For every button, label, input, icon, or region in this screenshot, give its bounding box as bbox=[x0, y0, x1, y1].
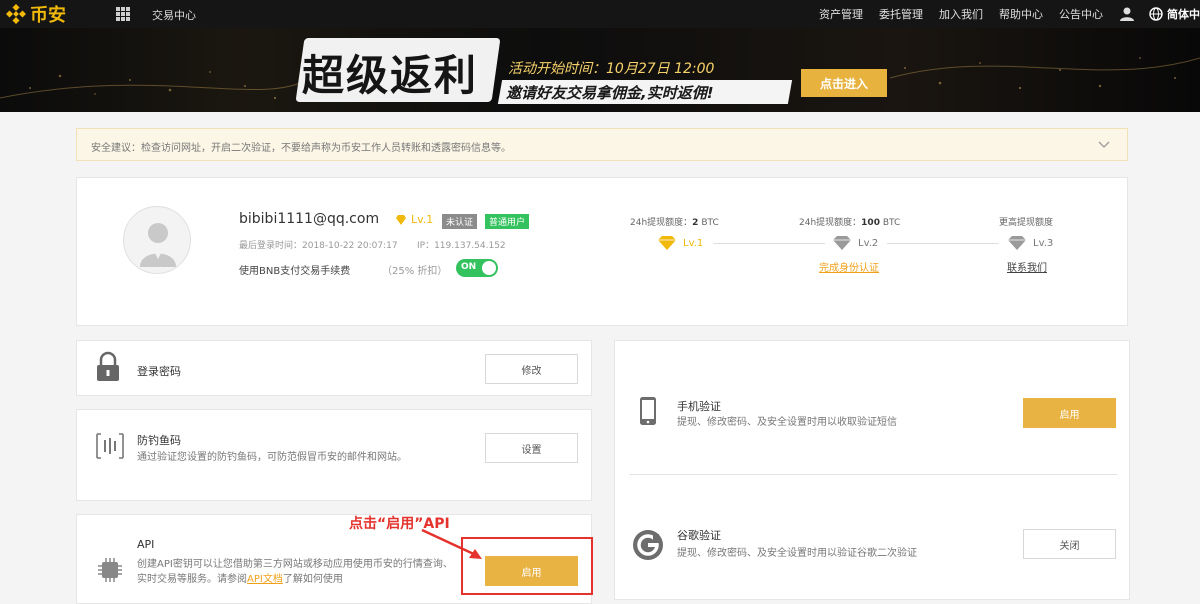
binance-logo[interactable]: 币安 bbox=[6, 2, 66, 26]
apps-grid-icon[interactable] bbox=[116, 7, 130, 21]
nav-link-orders[interactable]: 委托管理 bbox=[879, 6, 923, 22]
profile-card: bibibi1111@qq.com Lv.1 未认证 普通用户 最后登录时间：2… bbox=[76, 177, 1128, 326]
annotation-highlight-box bbox=[461, 537, 593, 595]
globe-icon bbox=[1149, 7, 1163, 21]
limit-lv3-label: 更高提现额度 bbox=[999, 218, 1054, 228]
api-docs-link[interactable]: API文档 bbox=[247, 574, 283, 585]
bnb-fee-toggle[interactable]: ON bbox=[456, 259, 498, 277]
limit-lv1-label: 24h提现额度：2 BTC bbox=[630, 218, 719, 228]
toggle-knob bbox=[482, 261, 496, 275]
banner-start-time: 活动开始时间：10月27日 12:00 bbox=[508, 61, 715, 77]
google-verify-desc: 提现、修改密码、及安全设置时用以验证谷歌二次验证 bbox=[677, 548, 917, 559]
last-login-time: 最后登录时间：2018-10-22 20:07:17 bbox=[239, 241, 398, 251]
level-lv1-text: Lv.1 bbox=[683, 237, 704, 249]
binance-logo-icon bbox=[6, 4, 26, 24]
banner-subtitle: 邀请好友交易拿佣金,实时返佣! bbox=[506, 84, 714, 102]
diamond-grey-icon bbox=[1008, 236, 1026, 250]
level-lv2-text: Lv.2 bbox=[858, 237, 879, 249]
section-divider bbox=[629, 474, 1117, 475]
banner-title: 超级返利 bbox=[302, 51, 479, 100]
top-navbar: 币安 交易中心 资产管理 委托管理 加入我们 帮助中心 公告中心 简体中 bbox=[0, 0, 1200, 28]
bnb-fee-discount: （25% 折扣） bbox=[382, 266, 448, 277]
complete-identity-link[interactable]: 完成身份认证 bbox=[819, 259, 879, 274]
disable-google-button[interactable]: 关闭 bbox=[1023, 529, 1116, 559]
default-avatar-icon bbox=[140, 223, 176, 267]
level-lv3-text: Lv.3 bbox=[1033, 237, 1054, 249]
nav-trade-center[interactable]: 交易中心 bbox=[152, 7, 196, 23]
diamond-level-icon bbox=[396, 215, 406, 225]
badge-normal-user: 普通用户 bbox=[485, 214, 530, 229]
level-progress-line bbox=[713, 243, 825, 244]
last-login-ip: IP：119.137.54.152 bbox=[417, 241, 506, 251]
nav-link-join[interactable]: 加入我们 bbox=[939, 6, 983, 22]
language-label: 简体中 bbox=[1167, 8, 1200, 21]
avatar[interactable] bbox=[123, 206, 191, 274]
mobile-phone-icon bbox=[640, 397, 656, 425]
security-notice-text: 安全建议：检查访问网址，开启二次验证，不要给声称为币安工作人员转账和透露密码信息… bbox=[91, 143, 511, 154]
enable-sms-button[interactable]: 启用 bbox=[1023, 398, 1116, 428]
login-password-title: 登录密码 bbox=[137, 365, 181, 378]
toggle-on-label: ON bbox=[461, 262, 477, 272]
language-selector[interactable]: 简体中 bbox=[1149, 6, 1200, 22]
level-lv1: Lv.1 bbox=[657, 235, 703, 251]
nav-link-announcements[interactable]: 公告中心 bbox=[1059, 6, 1103, 22]
badge-unverified: 未认证 bbox=[442, 214, 478, 229]
promo-banner[interactable]: 超级返利 活动开始时间：10月27日 12:00 邀请好友交易拿佣金,实时返佣!… bbox=[0, 28, 1200, 112]
api-title: API bbox=[137, 538, 155, 551]
level-progress-line bbox=[887, 243, 999, 244]
anti-phishing-desc: 通过验证您设置的防钓鱼码，可防范假冒币安的邮件和网站。 bbox=[137, 452, 407, 463]
chevron-down-icon[interactable] bbox=[1097, 137, 1111, 151]
diamond-gold-icon bbox=[658, 236, 676, 250]
user-level: Lv.1 bbox=[411, 213, 434, 226]
anti-phishing-card: 防钓鱼码 通过验证您设置的防钓鱼码，可防范假冒币安的邮件和网站。 设置 bbox=[76, 409, 592, 501]
sms-verify-desc: 提现、修改密码、及安全设置时用以收取验证短信 bbox=[677, 417, 897, 428]
level-lv2: Lv.2 bbox=[832, 235, 878, 251]
user-email: bibibi1111@qq.com bbox=[239, 211, 380, 227]
nav-link-assets[interactable]: 资产管理 bbox=[819, 6, 863, 22]
limit-lv2-label: 24h提现额度：100 BTC bbox=[799, 218, 901, 228]
api-chip-icon bbox=[98, 558, 122, 582]
logo-text: 币安 bbox=[30, 5, 66, 26]
bnb-fee-label: 使用BNB支付交易手续费 bbox=[239, 266, 351, 277]
lock-icon bbox=[97, 351, 119, 381]
google-verify-title: 谷歌验证 bbox=[677, 529, 721, 542]
api-desc: 创建API密钥可以让您借助第三方网站或移动应用使用币安的行情查询、实时交易等服务… bbox=[137, 559, 453, 585]
set-anti-phishing-button[interactable]: 设置 bbox=[485, 433, 578, 463]
banner-enter-button[interactable]: 点击进入 bbox=[801, 69, 887, 97]
anti-phishing-title: 防钓鱼码 bbox=[137, 434, 181, 447]
change-password-button[interactable]: 修改 bbox=[485, 354, 578, 384]
contact-us-link[interactable]: 联系我们 bbox=[1007, 259, 1047, 274]
login-password-card: 登录密码 修改 bbox=[76, 340, 592, 396]
nav-right-links: 资产管理 委托管理 加入我们 帮助中心 公告中心 简体中 bbox=[819, 0, 1200, 28]
nav-link-help[interactable]: 帮助中心 bbox=[999, 6, 1043, 22]
two-factor-card: 手机验证 提现、修改密码、及安全设置时用以收取验证短信 启用 谷歌验证 提现、修… bbox=[614, 340, 1130, 600]
security-notice: 安全建议：检查访问网址，开启二次验证，不要给声称为币安工作人员转账和透露密码信息… bbox=[76, 128, 1128, 161]
google-authenticator-icon bbox=[633, 530, 663, 560]
anti-phishing-code-icon bbox=[96, 433, 124, 459]
user-icon[interactable] bbox=[1119, 6, 1135, 22]
diamond-grey-icon bbox=[833, 236, 851, 250]
level-lv3: Lv.3 bbox=[1007, 235, 1053, 251]
sms-verify-title: 手机验证 bbox=[677, 400, 721, 413]
